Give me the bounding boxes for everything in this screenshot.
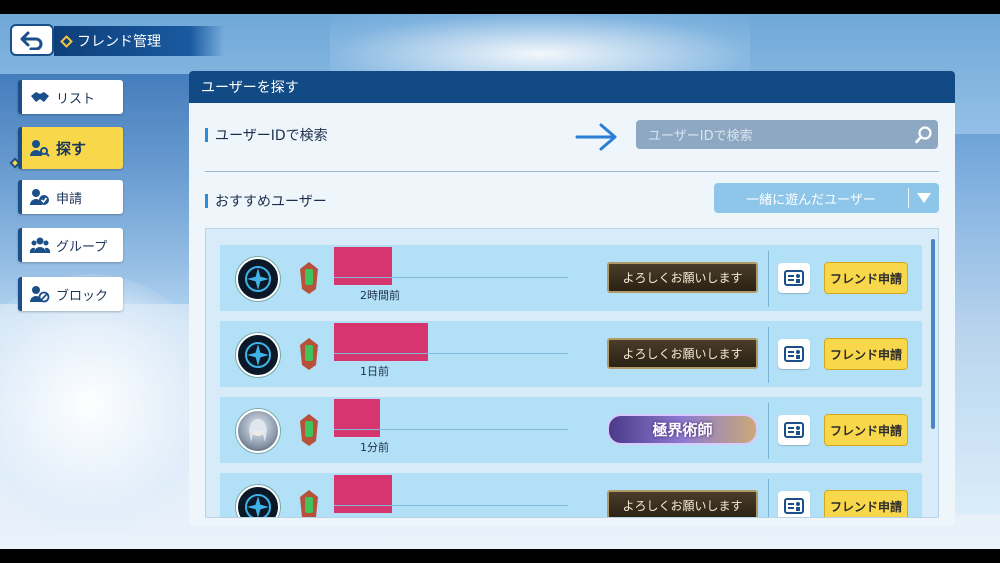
list-item: 2時間前 よろしくお願いします フレンド申請 bbox=[220, 245, 922, 311]
avatar[interactable] bbox=[236, 409, 280, 453]
rank-badge-icon bbox=[300, 262, 318, 294]
friend-request-button[interactable]: フレンド申請 bbox=[824, 490, 908, 517]
title-badge: よろしくお願いします bbox=[607, 338, 758, 369]
name-underline bbox=[334, 353, 568, 354]
redacted-username bbox=[334, 323, 428, 361]
find-user-panel: ユーザーを探す ユーザーIDで検索 ユーザーIDで検索 おすすめユーザー 一緒に… bbox=[189, 71, 955, 526]
list-item: 1日前 よろしくお願いします フレンド申請 bbox=[220, 321, 922, 387]
row-separator bbox=[768, 327, 769, 383]
name-underline bbox=[334, 429, 568, 430]
title-badge: 極界術師 bbox=[607, 414, 758, 445]
sidebar-item-label: リスト bbox=[56, 91, 96, 107]
sidebar-item-label: ブロック bbox=[56, 288, 109, 304]
last-login-time: 1分前 bbox=[360, 441, 389, 454]
avatar[interactable] bbox=[236, 485, 280, 517]
sidebar-item-search[interactable]: 探す bbox=[18, 127, 123, 169]
sidebar-item-list[interactable]: リスト bbox=[18, 80, 123, 114]
last-login-time: 1日前 bbox=[360, 365, 389, 378]
panel-title: ユーザーを探す bbox=[189, 71, 955, 103]
rank-badge-icon bbox=[300, 338, 318, 370]
list-item: よろしくお願いします フレンド申請 bbox=[220, 473, 922, 517]
recommend-label-text: おすすめユーザー bbox=[215, 194, 327, 210]
user-filter-dropdown[interactable]: 一緒に遊んだユーザー bbox=[714, 183, 939, 213]
profile-card-icon bbox=[784, 422, 804, 438]
friend-request-button[interactable]: フレンド申請 bbox=[824, 262, 908, 294]
sidebar-item-group[interactable]: グループ bbox=[18, 228, 123, 262]
profile-card-icon bbox=[784, 270, 804, 286]
search-section-label: ユーザーIDで検索 bbox=[205, 125, 328, 145]
emblem-icon bbox=[245, 266, 271, 292]
profile-button[interactable] bbox=[778, 263, 810, 293]
redacted-username bbox=[334, 247, 392, 285]
group-icon bbox=[30, 236, 50, 254]
handshake-icon bbox=[30, 88, 50, 106]
friend-request-button[interactable]: フレンド申請 bbox=[824, 338, 908, 370]
user-check-icon bbox=[30, 188, 50, 206]
profile-button[interactable] bbox=[778, 415, 810, 445]
avatar[interactable] bbox=[236, 257, 280, 301]
game-screen: フレンド管理 リスト 探す 申請 グループ ブロック ユーザーを探す ユーザーI… bbox=[0, 14, 1000, 549]
page-title: フレンド管理 bbox=[77, 34, 161, 50]
row-separator bbox=[768, 403, 769, 459]
back-button[interactable] bbox=[10, 24, 54, 56]
background-cloud bbox=[0, 274, 220, 534]
sidebar-item-label: グループ bbox=[56, 239, 108, 255]
row-separator bbox=[768, 479, 769, 517]
profile-card-icon bbox=[784, 346, 804, 362]
section-divider bbox=[205, 171, 939, 172]
profile-button[interactable] bbox=[778, 339, 810, 369]
emblem-icon bbox=[245, 494, 271, 517]
name-underline bbox=[334, 505, 568, 506]
sidebar-item-label: 申請 bbox=[56, 191, 83, 207]
rank-badge-icon bbox=[300, 414, 318, 446]
avatar[interactable] bbox=[236, 333, 280, 377]
title-badge: よろしくお願いします bbox=[607, 490, 758, 517]
profile-button[interactable] bbox=[778, 491, 810, 517]
dropdown-separator bbox=[908, 188, 909, 208]
diamond-icon bbox=[60, 34, 73, 48]
user-id-search-input[interactable]: ユーザーIDで検索 bbox=[636, 120, 938, 149]
scrollbar[interactable] bbox=[931, 239, 935, 429]
user-block-icon bbox=[30, 285, 50, 303]
row-separator bbox=[768, 251, 769, 307]
friend-request-button[interactable]: フレンド申請 bbox=[824, 414, 908, 446]
redacted-username bbox=[334, 475, 392, 513]
label-bar bbox=[205, 128, 208, 142]
rank-badge-icon bbox=[300, 490, 318, 517]
sidebar-item-requests[interactable]: 申請 bbox=[18, 180, 123, 214]
header-bar: フレンド管理 bbox=[54, 26, 224, 56]
redacted-username bbox=[334, 399, 380, 437]
recommend-section-label: おすすめユーザー bbox=[205, 191, 327, 211]
search-icon[interactable] bbox=[909, 120, 938, 149]
sidebar-item-block[interactable]: ブロック bbox=[18, 277, 123, 311]
chevron-down-icon bbox=[909, 193, 939, 203]
title-badge: よろしくお願いします bbox=[607, 262, 758, 293]
search-label-text: ユーザーIDで検索 bbox=[215, 128, 328, 144]
arrow-right-icon bbox=[575, 123, 617, 151]
back-arrow-icon bbox=[20, 31, 43, 50]
label-bar bbox=[205, 194, 208, 208]
dropdown-value: 一緒に遊んだユーザー bbox=[746, 192, 876, 208]
list-item: 1分前 極界術師 フレンド申請 bbox=[220, 397, 922, 463]
character-portrait-icon bbox=[249, 419, 267, 442]
last-login-time: 2時間前 bbox=[360, 289, 400, 302]
sidebar-item-label: 探す bbox=[56, 139, 87, 158]
name-underline bbox=[334, 277, 568, 278]
search-placeholder: ユーザーIDで検索 bbox=[648, 129, 753, 144]
user-list[interactable]: 2時間前 よろしくお願いします フレンド申請 1日前 よろしくお願いします フレ… bbox=[205, 228, 939, 518]
profile-card-icon bbox=[784, 498, 804, 514]
emblem-icon bbox=[245, 342, 271, 368]
user-search-icon bbox=[30, 139, 50, 157]
